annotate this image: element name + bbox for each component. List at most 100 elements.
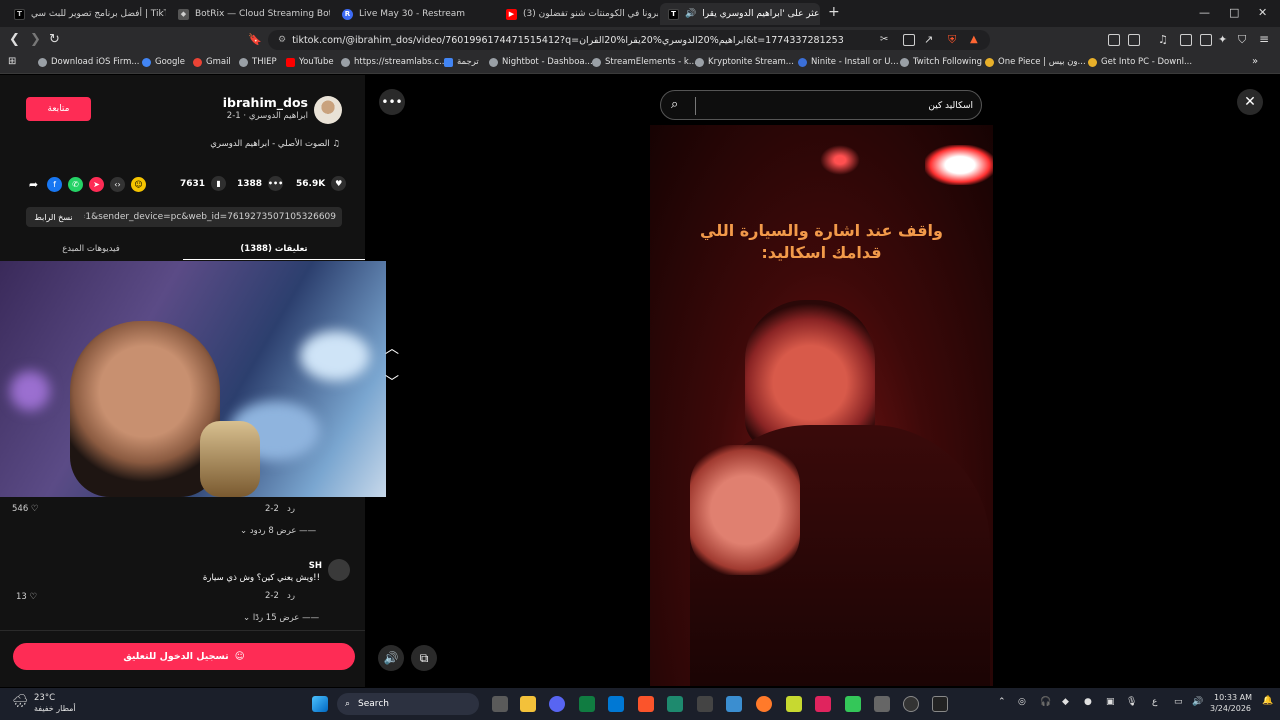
- excel-icon[interactable]: [579, 696, 595, 712]
- task-view-icon[interactable]: [492, 696, 508, 712]
- share-arrow-icon[interactable]: ➦: [26, 177, 41, 192]
- media-icon[interactable]: ♫: [1158, 33, 1168, 46]
- bookmark-item[interactable]: THIEP: [239, 57, 277, 67]
- brave-rewards-icon[interactable]: ▲: [970, 34, 978, 45]
- view-replies-button[interactable]: ⌄ عرض 15 ردًا ——: [243, 613, 319, 623]
- follow-button[interactable]: متابعة: [26, 97, 91, 121]
- comment-username[interactable]: SH: [290, 561, 322, 571]
- app-icon[interactable]: [786, 696, 802, 712]
- bookmark-item[interactable]: Google: [142, 57, 185, 67]
- tab-tiktok-1[interactable]: T أفضل برنامج تصوير للبث سي | TikTok: [6, 3, 166, 25]
- search-icon[interactable]: ⌕: [671, 97, 678, 112]
- file-explorer-icon[interactable]: [520, 696, 536, 712]
- bookmark-item[interactable]: Kryptonite Stream...: [695, 57, 794, 67]
- taskbar-search[interactable]: ⌕ Search: [337, 693, 479, 715]
- app-icon[interactable]: [874, 696, 890, 712]
- notifications-icon[interactable]: 🔔: [1262, 696, 1273, 706]
- original-sound[interactable]: الصوت الأصلي - ابراهيم الدوسري ♫: [150, 139, 340, 149]
- share-icon[interactable]: ↗: [924, 33, 933, 46]
- weather-icon[interactable]: 🌧: [12, 694, 29, 709]
- wallet-icon[interactable]: [1200, 34, 1212, 46]
- maximize-button[interactable]: □: [1229, 6, 1239, 19]
- obs-icon[interactable]: [903, 696, 919, 712]
- bookmark-item[interactable]: Nightbot - Dashboa...: [489, 57, 593, 67]
- login-to-comment-button[interactable]: تسجيل الدخول للتعليق ☺: [13, 643, 355, 670]
- audio-icon[interactable]: 🔊: [685, 9, 696, 19]
- minimize-button[interactable]: —: [1199, 6, 1210, 19]
- app-icon[interactable]: [726, 696, 742, 712]
- likes-stat[interactable]: 56.9K ♥: [296, 176, 347, 191]
- translate-icon[interactable]: ✂: [880, 34, 888, 45]
- whatsapp-icon[interactable]: ✆: [68, 176, 83, 192]
- tray-icon[interactable]: ◆: [1062, 697, 1069, 707]
- volume-button[interactable]: 🔊: [378, 645, 404, 671]
- bookmark-item[interactable]: Get Into PC - Downl...: [1088, 57, 1192, 67]
- coin-icon[interactable]: ☺: [131, 176, 146, 192]
- bookmark-item[interactable]: YouTube: [286, 57, 334, 67]
- saves-stat[interactable]: 7631 ▮: [180, 176, 227, 191]
- comments-stat[interactable]: 1388 •••: [237, 176, 283, 191]
- comment-likes[interactable]: 13 ♡: [16, 592, 37, 602]
- start-icon[interactable]: [312, 696, 328, 712]
- comment-likes[interactable]: 546 ♡: [12, 504, 39, 514]
- tab-tiktok-active[interactable]: T 🔊 اعثر على 'ابراهيم الدوسري يقرا ✕: [660, 3, 820, 25]
- search-input[interactable]: [697, 96, 973, 116]
- app-icon[interactable]: [756, 696, 772, 712]
- terminal-icon[interactable]: [932, 696, 948, 712]
- brave-shield-icon[interactable]: ⛨: [948, 33, 956, 47]
- more-options-button[interactable]: •••: [379, 89, 405, 115]
- comment-reply[interactable]: رد 2-2: [265, 591, 295, 601]
- forward-icon[interactable]: ❯: [30, 32, 41, 47]
- app-icon[interactable]: [845, 696, 861, 712]
- pip-button[interactable]: ⧉: [411, 645, 437, 671]
- bookmark-item[interactable]: One Piece | ون بيس...: [985, 57, 1086, 67]
- copy-link-button[interactable]: نسخ الرابط: [26, 207, 81, 227]
- headphones-icon[interactable]: 🎧: [1040, 697, 1051, 707]
- mic-icon[interactable]: 🎙: [1126, 697, 1137, 707]
- extensions-icon[interactable]: [1108, 34, 1120, 46]
- tray-icon[interactable]: ●: [1084, 697, 1092, 707]
- app-icon[interactable]: [667, 696, 683, 712]
- comment-reply[interactable]: رد 2-2: [265, 504, 295, 514]
- bookmark-item[interactable]: Twitch Following: [900, 57, 982, 67]
- username[interactable]: ibrahim_dos: [200, 95, 308, 110]
- tray-icon[interactable]: ◎: [1018, 697, 1026, 707]
- bookmark-item[interactable]: StreamElements - k...: [592, 57, 697, 67]
- facebook-icon[interactable]: f: [47, 176, 62, 192]
- volume-icon[interactable]: 🔊: [1192, 697, 1203, 707]
- sidebar-icon[interactable]: [1180, 34, 1192, 46]
- language-indicator[interactable]: ع: [1152, 697, 1157, 707]
- video-player[interactable]: واقف عند اشارة والسيارة اللي قدامك اسكال…: [650, 125, 993, 686]
- bookmark-item[interactable]: https://streamlabs.c...: [341, 57, 447, 67]
- bookmark-icon[interactable]: 🔖: [248, 33, 262, 46]
- embed-icon[interactable]: ‹›: [110, 176, 125, 192]
- bookmark-item[interactable]: Download iOS Firm...: [38, 57, 139, 67]
- discord-icon[interactable]: [549, 696, 565, 712]
- show-hidden-icons[interactable]: ⌃: [998, 697, 1006, 707]
- brave-icon[interactable]: [638, 696, 654, 712]
- clock-time[interactable]: 10:33 AM: [1214, 693, 1252, 702]
- avatar[interactable]: [328, 559, 350, 581]
- bookmark-item[interactable]: Ninite - Install or U...: [798, 57, 899, 67]
- bookmark-item[interactable]: Gmail: [193, 57, 231, 67]
- chevron-down-icon[interactable]: ﹀: [385, 372, 399, 392]
- view-replies-button[interactable]: ⌄ عرض 8 ردود ——: [240, 526, 316, 536]
- avatar[interactable]: [314, 96, 342, 124]
- app-icon[interactable]: [697, 696, 713, 712]
- send-icon[interactable]: ➤: [89, 176, 104, 192]
- tab-comments[interactable]: تعليقات (1388): [183, 238, 365, 260]
- cast-icon[interactable]: [903, 34, 915, 46]
- site-info-icon[interactable]: ⚙: [278, 35, 286, 45]
- store-icon[interactable]: [608, 696, 624, 712]
- tab-botrix[interactable]: ◆ BotRix — Cloud Streaming Bot for Tw: [170, 3, 330, 25]
- clock-date[interactable]: 3/24/2026: [1210, 704, 1251, 713]
- tab-youtube[interactable]: ▶ (3) خبرونا في الكومنتات شنو تفضلون: [498, 3, 658, 25]
- screenshot-icon[interactable]: [1128, 34, 1140, 46]
- app-icon[interactable]: [815, 696, 831, 712]
- leo-ai-icon[interactable]: ✦: [1218, 33, 1227, 46]
- tab-restream[interactable]: R Live May 30 - Restream: [334, 3, 494, 25]
- new-tab-button[interactable]: +: [828, 4, 840, 20]
- close-video-button[interactable]: ✕: [1237, 89, 1263, 115]
- reload-icon[interactable]: ↻: [49, 32, 60, 47]
- back-icon[interactable]: ❮: [9, 32, 20, 47]
